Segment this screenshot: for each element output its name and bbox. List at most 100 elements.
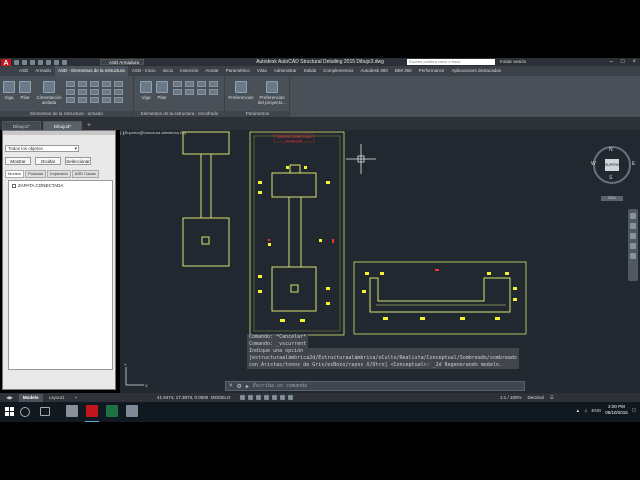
- search-icon[interactable]: [20, 407, 30, 417]
- folder-icon[interactable]: [66, 405, 78, 417]
- coordinate-readout[interactable]: 41.9474, 17.3873, 0.0000 MODELO: [157, 393, 230, 402]
- new-layout-icon[interactable]: +: [71, 394, 82, 402]
- column-section: [201, 236, 210, 245]
- dimension-marker: [365, 272, 369, 275]
- command-history-line: Comando: *Cancelar*: [247, 334, 309, 341]
- dimension-marker: [487, 272, 491, 275]
- drawing-subtitle: Escala 1:50: [286, 139, 302, 143]
- dimension-marker: [286, 166, 289, 169]
- viewcube[interactable]: N S W E SUPERIOR: [591, 146, 635, 184]
- dimension-marker: [326, 287, 330, 290]
- dimension-marker: [258, 275, 262, 278]
- network-icon[interactable]: ▲: [576, 408, 580, 413]
- showmotion-icon[interactable]: [630, 253, 636, 259]
- status-toggles: [240, 395, 293, 400]
- coords-value: 41.9474, 17.3873, 0.0000: [157, 395, 209, 400]
- active-app-indicator: [85, 421, 99, 422]
- system-tray: ▲ ♫ ENG 2:00 PM 06/10/2015 ▢: [576, 404, 636, 416]
- dimension-marker: [495, 317, 500, 320]
- tab-nav-icon[interactable]: ◀▶: [2, 394, 17, 402]
- viewcube-north[interactable]: N: [609, 147, 613, 153]
- dimension-marker: [513, 287, 517, 290]
- dimension-marker: [383, 317, 388, 320]
- dimension-marker: [505, 272, 509, 275]
- close-icon[interactable]: ×: [229, 383, 233, 389]
- section-sheet-frame: [353, 261, 527, 335]
- svg-text:Y: Y: [124, 362, 127, 367]
- command-history: Comando: *Cancelar* Comando: _vscurrent …: [247, 334, 522, 369]
- dimension-marker: [319, 239, 322, 242]
- svg-text:X: X: [145, 383, 148, 388]
- wcs-menu[interactable]: SCU: [601, 196, 623, 201]
- footing-section: [369, 277, 511, 313]
- dimension-marker: [258, 290, 262, 293]
- orbit-icon[interactable]: [630, 243, 636, 249]
- clock[interactable]: 2:00 PM 06/10/2015: [605, 404, 628, 416]
- dimension-marker: [460, 317, 465, 320]
- grid-icon[interactable]: [240, 395, 245, 400]
- dimension-marker: [258, 181, 262, 184]
- column-shaft-outline: [200, 153, 212, 219]
- customize-icon[interactable]: ⚙: [237, 383, 242, 390]
- model-mode-label[interactable]: MODELO: [211, 395, 231, 400]
- marker-red: [268, 239, 270, 241]
- app-icon[interactable]: [126, 405, 138, 417]
- windows-start-icon[interactable]: [5, 407, 15, 417]
- dimension-marker: [268, 243, 271, 246]
- polar-icon[interactable]: [264, 395, 269, 400]
- windows-taskbar: ▲ ♫ ENG 2:00 PM 06/10/2015 ▢: [0, 402, 640, 422]
- dimension-marker: [513, 298, 517, 301]
- dimension-marker: [380, 272, 384, 275]
- units-select[interactable]: Decimal: [528, 393, 544, 402]
- autocad-icon[interactable]: [86, 405, 98, 417]
- crosshair-cursor: [346, 144, 376, 174]
- dimension-marker: [300, 319, 305, 322]
- command-history-line: Comando: _vscurrent: [247, 341, 309, 348]
- dimension-marker: [258, 191, 262, 194]
- task-view-icon[interactable]: [40, 407, 50, 416]
- footing-outline: [182, 131, 230, 155]
- column-plan: [290, 284, 299, 293]
- status-right: 1:1 / 100% Decimal ☰: [500, 393, 554, 402]
- tab-model-space[interactable]: Modelo: [18, 393, 43, 402]
- command-history-line: Indique una opción [estructuraalámbrica2…: [247, 348, 519, 369]
- clock-date: 06/10/2015: [605, 410, 628, 415]
- viewcube-east[interactable]: E: [632, 161, 635, 167]
- notifications-icon[interactable]: ▢: [632, 407, 636, 413]
- dimension-marker: [280, 319, 285, 322]
- excel-icon[interactable]: [106, 405, 118, 417]
- language-indicator[interactable]: ENG: [591, 408, 601, 413]
- dimension-marker: [326, 302, 330, 305]
- footing-outline: [182, 217, 230, 267]
- footing-plan: [271, 172, 317, 198]
- marker-red: [332, 239, 334, 243]
- steering-wheel-icon[interactable]: [630, 213, 636, 219]
- annotation-scale[interactable]: 1:1 / 100%: [500, 393, 522, 402]
- viewcube-south[interactable]: S: [609, 175, 612, 181]
- footing-plan: [271, 266, 317, 312]
- command-prompt-icon: ▸: [245, 383, 249, 390]
- command-placeholder: Escriba un comando: [252, 383, 308, 389]
- osnap-icon[interactable]: [272, 395, 277, 400]
- viewcube-face[interactable]: SUPERIOR: [605, 159, 623, 171]
- dimension-marker: [326, 181, 330, 184]
- dimension-marker: [304, 166, 307, 169]
- dimension-marker: [362, 290, 366, 293]
- command-line-input[interactable]: × ⚙ ▸ Escriba un comando: [225, 381, 525, 391]
- navigation-bar: [628, 209, 638, 281]
- snap-icon[interactable]: [248, 395, 253, 400]
- tab-layout1[interactable]: Layout1: [45, 394, 69, 402]
- tie-beam-plan: [288, 196, 302, 268]
- viewcube-west[interactable]: W: [591, 161, 596, 167]
- dimension-marker: [420, 317, 425, 320]
- volume-icon[interactable]: ♫: [584, 408, 587, 413]
- lineweight-icon[interactable]: [288, 395, 293, 400]
- status-menu-icon[interactable]: ☰: [550, 393, 554, 402]
- zoom-icon[interactable]: [630, 233, 636, 239]
- ortho-icon[interactable]: [256, 395, 261, 400]
- otrack-icon[interactable]: [280, 395, 285, 400]
- pan-icon[interactable]: [630, 223, 636, 229]
- column-plan: [289, 164, 301, 174]
- marker-red: [435, 269, 439, 271]
- ucs-icon: Y X: [124, 362, 148, 388]
